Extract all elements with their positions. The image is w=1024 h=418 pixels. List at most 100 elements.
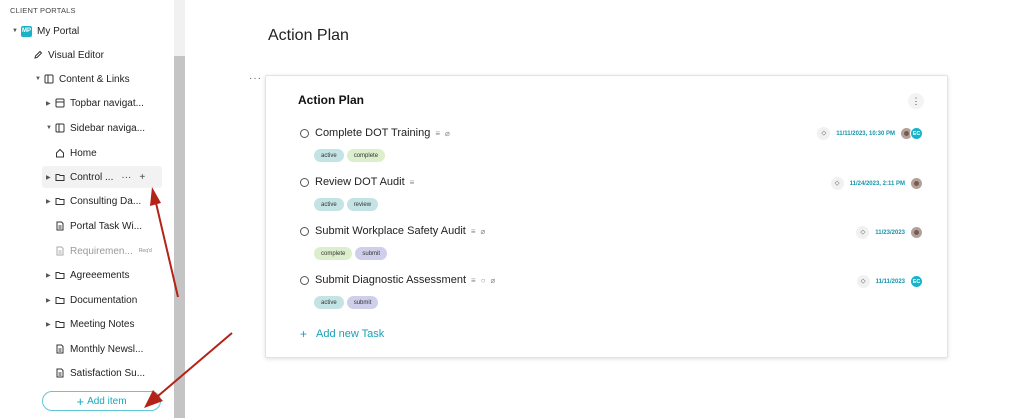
sidebar-item-control[interactable]: ▶ Control ... ··· + (42, 166, 162, 188)
sidebar-item-requirements[interactable]: Requiremen... Req'd (55, 240, 152, 262)
description-icon: ≡ (409, 177, 415, 187)
sidebar-item-label: Agreeements (70, 269, 130, 281)
page-icon (55, 246, 65, 256)
folder-icon (55, 319, 65, 329)
sidebar-item-label: Satisfaction Su... (70, 367, 146, 379)
task-title[interactable]: Review DOT Audit (315, 176, 405, 188)
sidebar-item-documentation[interactable]: ▶ Documentation (46, 289, 137, 311)
task-checkbox[interactable] (300, 177, 309, 187)
avatar[interactable]: EC (910, 127, 923, 140)
task-tags: complete submit (314, 247, 388, 260)
sidebar-item-label: Control ... (70, 171, 114, 183)
add-item-button[interactable]: + Add item (42, 391, 161, 411)
sidebar-item-newsletter[interactable]: Monthly Newsl... (55, 338, 143, 360)
topbar-icon (55, 98, 65, 108)
chevron-down-icon[interactable]: ▼ (35, 76, 44, 82)
sidebar-item-agreements[interactable]: ▶ Agreeements (46, 264, 129, 286)
attachment-icon: ⌀ (480, 226, 486, 236)
tag-icon[interactable]: ⬦ (817, 127, 831, 140)
sidebar-item-visual-editor[interactable]: Visual Editor (33, 44, 104, 66)
task-due-date: 11/11/2023 (875, 278, 905, 285)
plus-icon: + (300, 327, 308, 341)
description-icon: ≡ (470, 226, 476, 236)
avatar[interactable]: EC (910, 275, 923, 288)
sidebar-item-label: Monthly Newsl... (70, 343, 144, 355)
folder-icon (55, 270, 65, 280)
card-title: Action Plan (298, 93, 365, 107)
attachment-icon: ⌀ (445, 128, 450, 138)
task-title[interactable]: Complete DOT Training (315, 127, 430, 139)
task-meta: ⬦ 11/23/2023 (856, 226, 923, 239)
tag: submit (355, 247, 388, 260)
pencil-icon (33, 50, 43, 60)
sidebar-item-topbar-navigation[interactable]: ▶ Topbar navigat... (46, 92, 144, 114)
chevron-right-icon[interactable]: ▶ (46, 198, 55, 205)
task-meta: ⬦ 11/11/2023 EC (856, 275, 923, 288)
tag-icon[interactable]: ⬦ (856, 275, 870, 288)
add-task-button[interactable]: + Add new Task (300, 327, 384, 341)
task-checkbox[interactable] (300, 128, 309, 138)
task-row[interactable]: Submit Diagnostic Assessment ≡ ○ ⌀ (300, 274, 495, 286)
sidebar-item-consulting[interactable]: ▶ Consulting Da... (46, 190, 141, 212)
avatar[interactable] (910, 226, 923, 239)
description-icon: ≡ (471, 275, 476, 285)
tag: submit (346, 296, 379, 309)
sidebar-item-meeting-notes[interactable]: ▶ Meeting Notes (46, 313, 134, 335)
task-row[interactable]: Submit Workplace Safety Audit ≡ ⌀ (300, 225, 485, 237)
sidebar-item-label: Sidebar naviga... (70, 122, 146, 134)
folder-icon (55, 295, 65, 305)
task-title[interactable]: Submit Diagnostic Assessment (315, 274, 466, 286)
sidebar-scrollbar-thumb[interactable] (174, 56, 185, 418)
task-checkbox[interactable] (300, 275, 309, 285)
task-due-date: 11/23/2023 (875, 229, 905, 236)
folder-icon (55, 196, 65, 206)
section-title: CLIENT PORTALS (10, 6, 76, 15)
sidebar-item-content-links[interactable]: ▼ Content & Links (35, 68, 130, 90)
home-icon (55, 148, 65, 158)
sidebar-item-portal-task[interactable]: Portal Task Wi... (55, 215, 142, 237)
chevron-right-icon[interactable]: ▶ (46, 297, 55, 304)
sidebar-item-label: Meeting Notes (70, 318, 135, 330)
block-more-icon[interactable]: ··· (249, 73, 262, 84)
sidebar-item-sidebar-navigation[interactable]: ▼ Sidebar naviga... (46, 117, 145, 139)
task-tags: active complete (314, 149, 386, 162)
sidebar-item-home[interactable]: Home (55, 142, 97, 164)
card-more-icon[interactable]: ⋮ (908, 93, 924, 109)
sidebar: CLIENT PORTALS ▼ MP My Portal Visual Edi… (0, 0, 174, 418)
chevron-right-icon[interactable]: ▶ (46, 100, 55, 107)
task-title[interactable]: Submit Workplace Safety Audit (315, 225, 466, 237)
tag: complete (346, 149, 386, 162)
sidebar-item-label: Portal Task Wi... (70, 220, 143, 232)
sidebar-item-my-portal[interactable]: ▼ MP My Portal (12, 20, 79, 42)
chevron-right-icon[interactable]: ▶ (46, 321, 55, 328)
sidebar-item-label: Topbar navigat... (70, 97, 144, 109)
sidebar-icon (55, 123, 65, 133)
tag: complete (314, 247, 353, 260)
avatar[interactable] (910, 177, 923, 190)
add-child-icon[interactable]: + (139, 172, 145, 183)
chevron-down-icon[interactable]: ▼ (12, 28, 21, 34)
attachment-icon: ⌀ (490, 275, 496, 285)
chevron-right-icon[interactable]: ▶ (46, 272, 55, 279)
page-icon (55, 368, 65, 378)
task-tags: active submit (314, 296, 379, 309)
sidebar-item-label: Consulting Da... (70, 195, 142, 207)
tag-icon[interactable]: ⬦ (830, 177, 844, 190)
layout-icon (44, 74, 54, 84)
task-row[interactable]: Complete DOT Training ≡ ⌀ (300, 127, 450, 139)
sidebar-item-label: My Portal (37, 25, 80, 37)
add-item-label: Add item (87, 395, 127, 407)
task-meta: ⬦ 11/11/2023, 10:30 PM EC (817, 127, 923, 140)
required-tag: Req'd (138, 248, 152, 254)
chevron-down-icon[interactable]: ▼ (46, 125, 55, 131)
sidebar-item-satisfaction[interactable]: Satisfaction Su... (55, 362, 145, 384)
tag-icon[interactable]: ⬦ (856, 226, 870, 239)
more-options-icon[interactable]: ··· (121, 172, 131, 183)
tag: review (346, 198, 379, 211)
chevron-right-icon[interactable]: ▶ (46, 174, 55, 181)
task-due-date: 11/24/2023, 2:11 PM (849, 180, 905, 187)
task-checkbox[interactable] (300, 226, 309, 236)
task-row[interactable]: Review DOT Audit ≡ (300, 176, 414, 188)
action-plan-card: Action Plan ⋮ Complete DOT Training ≡ ⌀ … (265, 75, 948, 358)
page-icon (55, 221, 65, 231)
